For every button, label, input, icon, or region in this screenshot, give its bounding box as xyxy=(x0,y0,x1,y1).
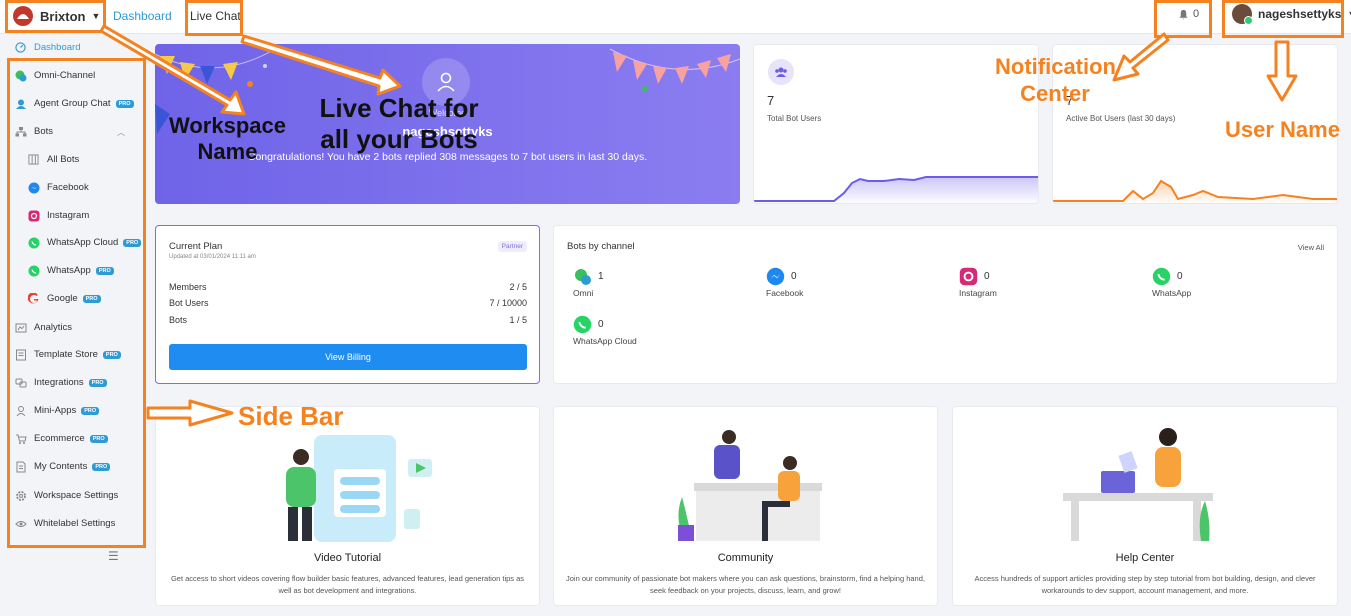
sidebar-highlight-box xyxy=(7,58,146,548)
plan-row-bots: Bots 1 / 5 xyxy=(169,315,527,325)
view-billing-button[interactable]: View Billing xyxy=(169,344,527,370)
resource-title: Help Center xyxy=(1115,552,1175,564)
sidebar-item-dashboard[interactable]: Dashboard xyxy=(14,41,80,54)
current-plan-card: Current Plan Updated at 03/01/2024 11:11… xyxy=(155,225,540,384)
active-users-sparkline xyxy=(1053,179,1337,203)
community-illustration xyxy=(678,430,822,541)
plan-row-value: 1 / 5 xyxy=(509,315,527,325)
plan-title: Current Plan xyxy=(169,241,223,252)
menu-collapse-icon[interactable]: ☰ xyxy=(108,549,119,563)
channel-count: 0 xyxy=(1177,271,1183,282)
channel-name: Omni xyxy=(573,288,594,298)
channel-count: 0 xyxy=(984,271,990,282)
resource-title: Community xyxy=(717,552,774,564)
annotation-user-name: User Name xyxy=(1225,117,1340,142)
annotation-side-bar: Side Bar xyxy=(238,401,344,431)
whatsapp-icon xyxy=(1152,267,1171,286)
plan-row-bot-users: Bot Users 7 / 10000 xyxy=(169,298,527,308)
caret-down-icon: ▼ xyxy=(1347,9,1351,19)
community-card[interactable]: Community Join our community of passiona… xyxy=(553,406,938,606)
whatsapp-icon xyxy=(573,315,592,334)
channel-count: 0 xyxy=(598,319,604,330)
channel-name: WhatsApp xyxy=(1152,288,1192,298)
plan-row-members: Members 2 / 5 xyxy=(169,282,527,292)
help-center-card[interactable]: Help Center Access hundreds of support a… xyxy=(952,406,1338,606)
workspace-highlight-box xyxy=(5,0,106,33)
live-chat-highlight-box xyxy=(185,0,243,36)
stat-label: Active Bot Users (last 30 days) xyxy=(1066,114,1176,123)
resource-description: Access hundreds of support articles prov… xyxy=(974,574,1316,595)
view-all-link[interactable]: View All xyxy=(1298,243,1324,252)
users-sparkline xyxy=(754,176,1038,203)
plan-badge: Partner xyxy=(497,241,527,252)
channel-whatsapp[interactable]: 0 WhatsApp xyxy=(1152,267,1191,298)
messenger-icon xyxy=(766,267,785,286)
stat-label: Total Bot Users xyxy=(767,114,822,123)
nav-dashboard[interactable]: Dashboard xyxy=(113,9,172,23)
channel-name: Facebook xyxy=(766,288,804,298)
video-tutorial-card[interactable]: Video Tutorial Get access to short video… xyxy=(155,406,540,606)
plan-updated: Updated at 03/01/2024 11:11 am xyxy=(169,254,256,260)
channel-omni[interactable]: 1 Omni xyxy=(573,267,604,298)
channel-count: 1 xyxy=(598,271,604,282)
channel-whatsapp-cloud[interactable]: 0 WhatsApp Cloud xyxy=(573,315,637,346)
channel-name: WhatsApp Cloud xyxy=(573,336,637,346)
video-tutorial-illustration xyxy=(286,435,432,542)
dashboard-icon xyxy=(14,41,27,54)
bots-by-channel-card: Bots by channel View All 1 Omni 0 Facebo… xyxy=(553,225,1338,384)
plan-row-value: 2 / 5 xyxy=(509,282,527,292)
user-icon xyxy=(437,72,455,92)
annotation-live-chat: Live Chat for all your Bots xyxy=(319,93,479,154)
resource-description: Get access to short videos covering flow… xyxy=(170,574,525,595)
channel-instagram[interactable]: 0 Instagram xyxy=(959,267,997,298)
omni-channel-icon xyxy=(573,267,592,286)
plan-row-label: Members xyxy=(169,282,207,292)
stat-value: 7 xyxy=(767,93,775,108)
annotation-workspace-name: Workspace Name xyxy=(169,113,286,164)
channel-facebook[interactable]: 0 Facebook xyxy=(766,267,803,298)
channel-name: Instagram xyxy=(959,288,997,298)
channels-title: Bots by channel xyxy=(567,241,635,252)
instagram-icon xyxy=(959,267,978,286)
help-center-illustration xyxy=(1063,428,1213,541)
sidebar-item-label: Dashboard xyxy=(34,42,81,53)
user-highlight-box xyxy=(1222,0,1344,38)
notification-highlight-box xyxy=(1154,0,1212,38)
plan-row-value: 7 / 10000 xyxy=(489,298,527,308)
plan-row-label: Bots xyxy=(169,315,188,325)
annotation-notification-center: Notification Center xyxy=(995,54,1116,106)
resource-title: Video Tutorial xyxy=(313,552,382,564)
users-icon xyxy=(768,59,794,85)
channel-count: 0 xyxy=(791,271,797,282)
resource-description: Join our community of passionate bot mak… xyxy=(566,574,925,595)
plan-row-label: Bot Users xyxy=(169,298,209,308)
